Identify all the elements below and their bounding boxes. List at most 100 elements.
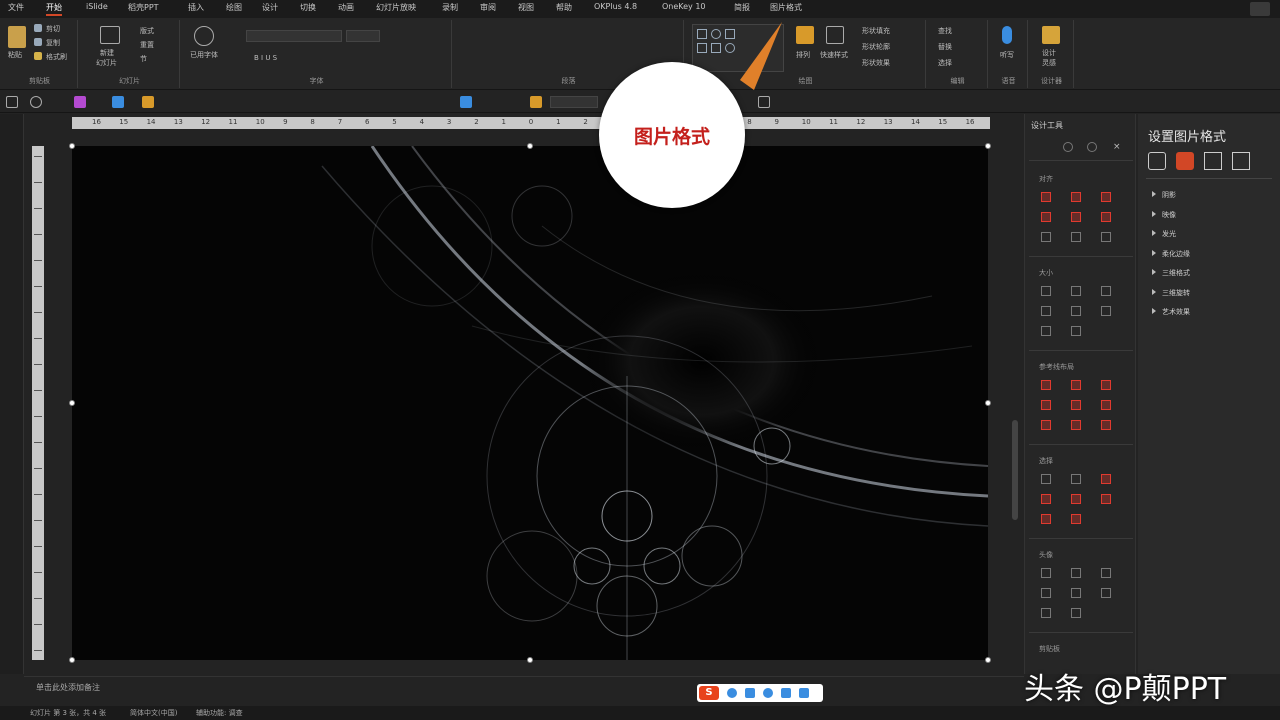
resize-handle-b[interactable] bbox=[527, 657, 533, 663]
select-8-icon[interactable] bbox=[1071, 514, 1081, 524]
undo-icon[interactable] bbox=[6, 96, 18, 108]
avatar-1-icon[interactable] bbox=[1041, 568, 1051, 578]
resize-handle-t[interactable] bbox=[527, 143, 533, 149]
expand-arrow-icon[interactable] bbox=[1152, 230, 1156, 236]
menu-tab-0[interactable]: 文件 bbox=[8, 2, 24, 13]
thumbnail-strip[interactable] bbox=[0, 114, 24, 674]
same-height-icon[interactable] bbox=[1071, 286, 1081, 296]
menu-tab-9[interactable]: 幻灯片放映 bbox=[376, 2, 416, 13]
help-icon[interactable] bbox=[1087, 142, 1097, 152]
align-top-icon[interactable] bbox=[1041, 212, 1051, 222]
qat-align-icon[interactable] bbox=[460, 96, 472, 108]
guide-5-icon[interactable] bbox=[1071, 400, 1081, 410]
size-tool-5-icon[interactable] bbox=[1071, 306, 1081, 316]
paste-icon[interactable] bbox=[8, 26, 26, 48]
shape-outline-label[interactable]: 形状轮廓 bbox=[862, 42, 890, 52]
guide-8-icon[interactable] bbox=[1071, 420, 1081, 430]
effects-tab-icon[interactable] bbox=[1176, 152, 1194, 170]
same-width-icon[interactable] bbox=[1041, 286, 1051, 296]
select-4-icon[interactable] bbox=[1041, 494, 1051, 504]
avatar-8-icon[interactable] bbox=[1071, 608, 1081, 618]
menu-tab-14[interactable]: OKPlus 4.8 bbox=[594, 2, 637, 11]
select-6-icon[interactable] bbox=[1101, 494, 1111, 504]
guide-2-icon[interactable] bbox=[1071, 380, 1081, 390]
align-middle-icon[interactable] bbox=[1071, 212, 1081, 222]
resize-handle-tl[interactable] bbox=[69, 143, 75, 149]
close-icon[interactable]: × bbox=[1113, 142, 1121, 152]
layout-label[interactable]: 版式 bbox=[140, 26, 154, 36]
ime-skin-icon[interactable] bbox=[799, 688, 809, 698]
avatar-5-icon[interactable] bbox=[1071, 588, 1081, 598]
same-size-icon[interactable] bbox=[1101, 286, 1111, 296]
find-label[interactable]: 查找 bbox=[938, 26, 952, 36]
menu-tab-7[interactable]: 切换 bbox=[300, 2, 316, 13]
ime-voice-icon[interactable] bbox=[763, 688, 773, 698]
notes-pane[interactable]: 单击此处添加备注 bbox=[24, 676, 1024, 698]
align-slide-icon[interactable] bbox=[1101, 232, 1111, 242]
microphone-icon[interactable] bbox=[1002, 26, 1012, 44]
expand-arrow-icon[interactable] bbox=[1152, 269, 1156, 275]
select-7-icon[interactable] bbox=[1041, 514, 1051, 524]
picture-tab-icon[interactable] bbox=[1232, 152, 1250, 170]
menu-tab-5[interactable]: 绘图 bbox=[226, 2, 242, 13]
designer-label-2[interactable]: 灵感 bbox=[1042, 58, 1056, 68]
size-properties-tab-icon[interactable] bbox=[1204, 152, 1222, 170]
expand-arrow-icon[interactable] bbox=[1152, 308, 1156, 314]
resize-handle-l[interactable] bbox=[69, 400, 75, 406]
ime-punct-icon[interactable] bbox=[745, 688, 755, 698]
align-left-icon[interactable] bbox=[1041, 192, 1051, 202]
settings-icon[interactable] bbox=[1063, 142, 1073, 152]
quick-styles-label[interactable]: 快速样式 bbox=[820, 50, 848, 60]
copy-icon[interactable] bbox=[34, 38, 42, 46]
guide-7-icon[interactable] bbox=[1041, 420, 1051, 430]
guide-1-icon[interactable] bbox=[1041, 380, 1051, 390]
resize-handle-tr[interactable] bbox=[985, 143, 991, 149]
used-font-label[interactable]: 已用字体 bbox=[190, 50, 218, 60]
shape-effects-label[interactable]: 形状效果 bbox=[862, 58, 890, 68]
guide-4-icon[interactable] bbox=[1041, 400, 1051, 410]
menu-tab-8[interactable]: 动画 bbox=[338, 2, 354, 13]
expand-arrow-icon[interactable] bbox=[1152, 210, 1156, 217]
format-option[interactable]: 柔化边缘 bbox=[1162, 249, 1190, 259]
menu-tab-1[interactable]: 开始 bbox=[46, 2, 62, 16]
distribute-h-icon[interactable] bbox=[1041, 232, 1051, 242]
distribute-v-icon[interactable] bbox=[1071, 232, 1081, 242]
used-font-icon[interactable] bbox=[194, 26, 214, 46]
select-2-icon[interactable] bbox=[1071, 474, 1081, 484]
ime-toolbar[interactable]: S bbox=[697, 684, 823, 702]
slide-picture[interactable] bbox=[72, 146, 988, 660]
format-option[interactable]: 三维旋转 bbox=[1162, 288, 1190, 298]
resize-handle-br[interactable] bbox=[985, 657, 991, 663]
quick-styles-icon[interactable] bbox=[826, 26, 844, 44]
menu-tab-13[interactable]: 帮助 bbox=[556, 2, 572, 13]
new-slide-icon[interactable] bbox=[100, 26, 120, 44]
avatar-3-icon[interactable] bbox=[1101, 568, 1111, 578]
format-painter-icon[interactable] bbox=[34, 52, 42, 60]
new-slide-label-2[interactable]: 幻灯片 bbox=[96, 58, 117, 68]
paste-label[interactable]: 粘贴 bbox=[8, 50, 22, 60]
language-status[interactable]: 简体中文(中国) bbox=[130, 708, 177, 718]
select-3-icon[interactable] bbox=[1101, 474, 1111, 484]
notes-placeholder[interactable]: 单击此处添加备注 bbox=[36, 682, 100, 693]
design-panel-scrollbar[interactable] bbox=[1012, 420, 1018, 520]
font-size-field[interactable] bbox=[346, 30, 380, 42]
designer-icon[interactable] bbox=[1042, 26, 1060, 44]
size-tool-7-icon[interactable] bbox=[1041, 326, 1051, 336]
shape-fill-label[interactable]: 形状填充 bbox=[862, 26, 890, 36]
expand-arrow-icon[interactable] bbox=[1152, 191, 1156, 197]
ime-keyboard-icon[interactable] bbox=[781, 688, 791, 698]
avatar-7-icon[interactable] bbox=[1041, 608, 1051, 618]
size-tool-6-icon[interactable] bbox=[1101, 306, 1111, 316]
format-option[interactable]: 发光 bbox=[1162, 229, 1176, 239]
resize-handle-r[interactable] bbox=[985, 400, 991, 406]
format-option[interactable]: 阴影 bbox=[1162, 190, 1176, 200]
guide-6-icon[interactable] bbox=[1101, 400, 1111, 410]
align-center-icon[interactable] bbox=[1071, 192, 1081, 202]
sogou-logo-icon[interactable]: S bbox=[699, 686, 719, 700]
font-style-buttons[interactable]: B I U S bbox=[254, 54, 277, 62]
font-name-field[interactable] bbox=[246, 30, 342, 42]
comments-button[interactable] bbox=[1250, 2, 1270, 16]
menu-tab-12[interactable]: 视图 bbox=[518, 2, 534, 13]
expand-arrow-icon[interactable] bbox=[1152, 249, 1156, 256]
dictate-label[interactable]: 听写 bbox=[1000, 50, 1014, 60]
